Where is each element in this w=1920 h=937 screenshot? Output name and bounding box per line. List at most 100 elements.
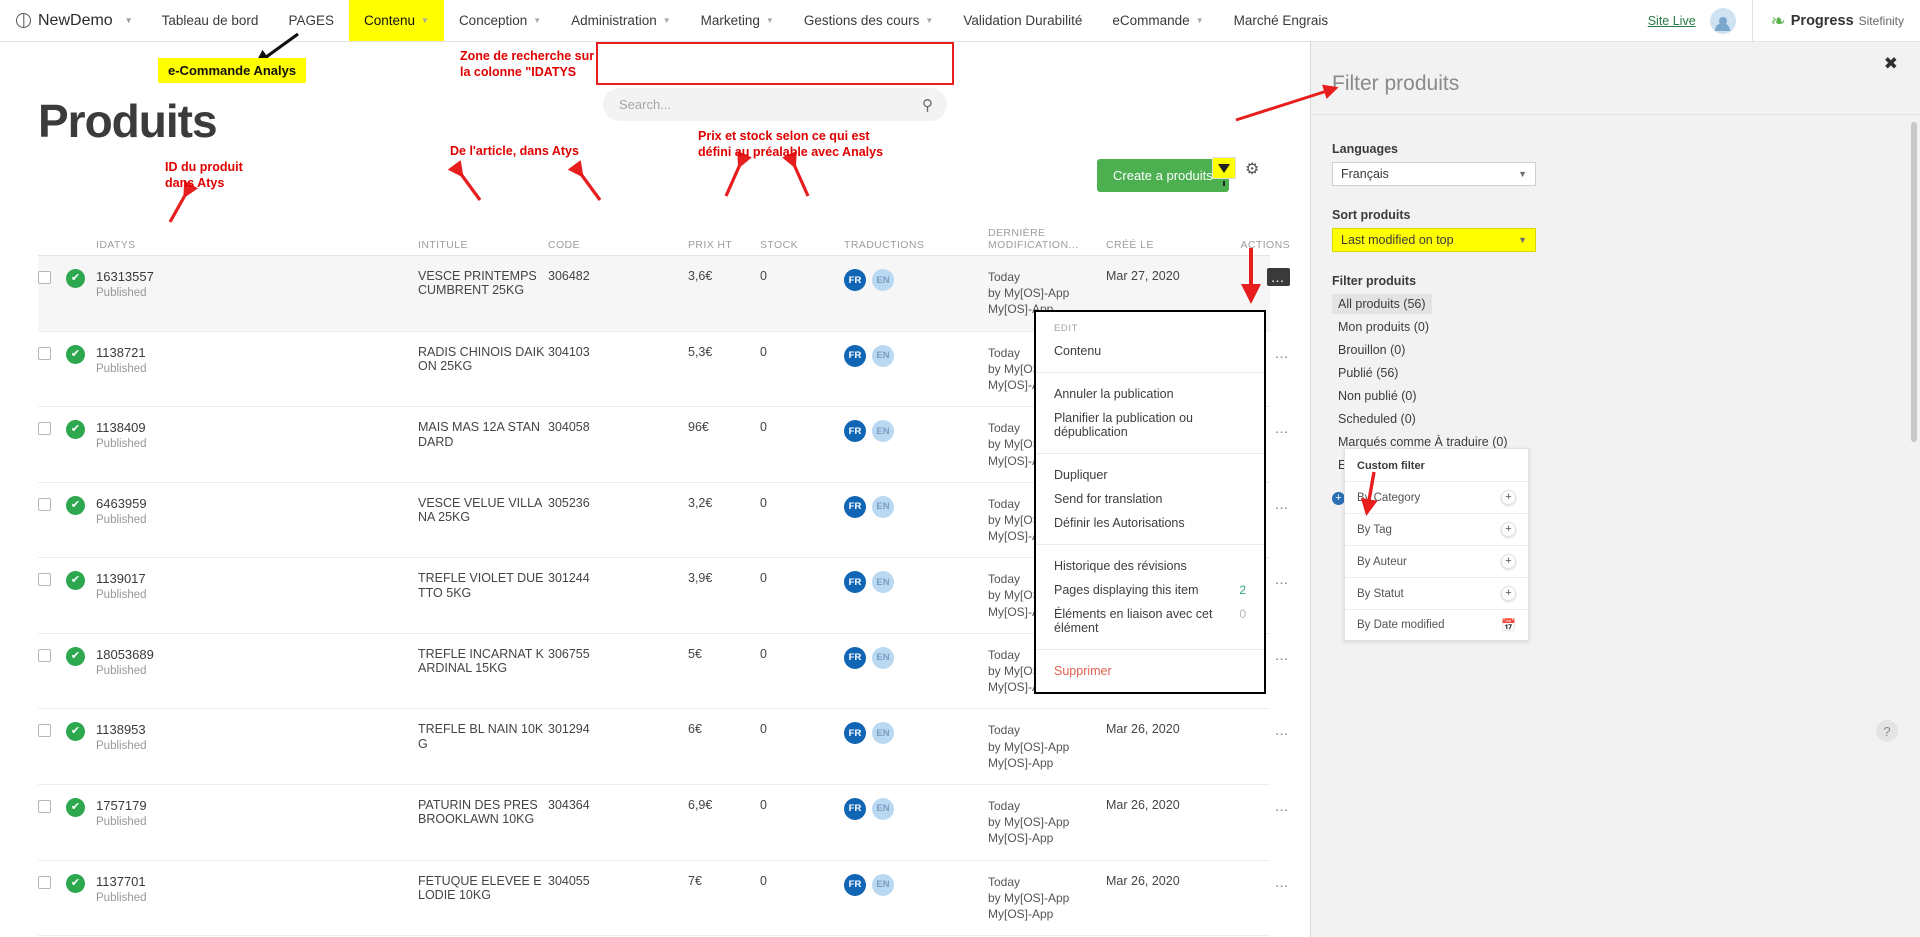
- row-checkbox[interactable]: [38, 800, 51, 813]
- context-menu-item[interactable]: Éléments en liaison avec cet élément0: [1036, 602, 1264, 640]
- row-checkbox[interactable]: [38, 271, 51, 284]
- column-header-modified[interactable]: DERNIÈRE MODIFICATION...: [988, 227, 1106, 251]
- lang-badge-fr[interactable]: FR: [844, 420, 866, 442]
- lang-badge-fr[interactable]: FR: [844, 571, 866, 593]
- lang-badge-en[interactable]: EN: [872, 722, 894, 744]
- row-actions-button[interactable]: …: [1275, 874, 1291, 890]
- row-actions-button[interactable]: …: [1275, 571, 1291, 587]
- languages-select[interactable]: Français ▼: [1332, 162, 1536, 186]
- plus-icon[interactable]: +: [1501, 554, 1516, 569]
- cell-idatys[interactable]: 1137701: [96, 874, 418, 889]
- cell-idatys[interactable]: 16313557: [96, 269, 418, 284]
- nav-item-administration[interactable]: Administration▼: [556, 0, 685, 41]
- filter-toggle-button[interactable]: [1212, 157, 1236, 179]
- filter-list-item[interactable]: All produits (56): [1332, 294, 1432, 314]
- avatar[interactable]: [1710, 8, 1736, 34]
- cell-idatys[interactable]: 1757179: [96, 798, 418, 813]
- filter-list-item[interactable]: Brouillon (0): [1332, 340, 1411, 360]
- custom-filter-row[interactable]: By Auteur+: [1345, 545, 1528, 577]
- cell-idatys[interactable]: 6463959: [96, 496, 418, 511]
- custom-filter-row[interactable]: By Statut+: [1345, 577, 1528, 609]
- column-header-code[interactable]: CODE: [548, 239, 688, 251]
- table-row[interactable]: ✔1138953PublishedTREFLE BL NAIN 10KG3012…: [38, 709, 1270, 785]
- settings-gear-button[interactable]: ⚙: [1245, 159, 1259, 179]
- custom-filter-row[interactable]: By Tag+: [1345, 513, 1528, 545]
- lang-badge-fr[interactable]: FR: [844, 874, 866, 896]
- context-menu-item[interactable]: Historique des révisions: [1036, 554, 1264, 578]
- nav-item-tableau-de-bord[interactable]: Tableau de bord: [147, 0, 274, 41]
- lang-badge-fr[interactable]: FR: [844, 345, 866, 367]
- close-icon[interactable]: ✖: [1884, 54, 1898, 74]
- search-input[interactable]: [617, 96, 922, 113]
- context-menu-item[interactable]: Pages displaying this item2: [1036, 578, 1264, 602]
- cell-idatys[interactable]: 1138953: [96, 722, 418, 737]
- sort-select[interactable]: Last modified on top ▼: [1332, 228, 1536, 252]
- filter-list-item[interactable]: Scheduled (0): [1332, 409, 1422, 429]
- table-row[interactable]: ✔1757179PublishedPATURIN DES PRES BROOKL…: [38, 785, 1270, 861]
- lang-badge-en[interactable]: EN: [872, 798, 894, 820]
- context-menu-item[interactable]: Annuler la publication: [1036, 382, 1264, 406]
- plus-icon[interactable]: +: [1501, 490, 1516, 505]
- nav-item-pages[interactable]: PAGES: [273, 0, 349, 41]
- lang-badge-en[interactable]: EN: [872, 420, 894, 442]
- site-live-link[interactable]: Site Live: [1634, 14, 1710, 28]
- column-header-stock[interactable]: STOCK: [760, 239, 844, 251]
- filter-list-item[interactable]: Publié (56): [1332, 363, 1404, 383]
- row-actions-button[interactable]: …: [1275, 420, 1291, 436]
- nav-item-conception[interactable]: Conception▼: [444, 0, 556, 41]
- row-checkbox[interactable]: [38, 498, 51, 511]
- plus-icon[interactable]: +: [1501, 522, 1516, 537]
- context-menu-item[interactable]: Planifier la publication ou dépublicatio…: [1036, 406, 1264, 444]
- custom-filter-row[interactable]: By Date modified📅: [1345, 609, 1528, 640]
- custom-filter-row[interactable]: By Category+: [1345, 481, 1528, 513]
- row-checkbox[interactable]: [38, 422, 51, 435]
- context-menu-item[interactable]: Dupliquer: [1036, 463, 1264, 487]
- lang-badge-fr[interactable]: FR: [844, 269, 866, 291]
- row-actions-button[interactable]: …: [1275, 722, 1291, 738]
- lang-badge-en[interactable]: EN: [872, 345, 894, 367]
- row-actions-button[interactable]: …: [1275, 798, 1291, 814]
- row-actions-context-menu[interactable]: EDITContenuAnnuler la publicationPlanifi…: [1034, 310, 1266, 694]
- cell-idatys[interactable]: 1138721: [96, 345, 418, 360]
- nav-item-ecommande[interactable]: eCommande▼: [1097, 0, 1218, 41]
- panel-scrollbar[interactable]: [1911, 122, 1917, 442]
- search-icon[interactable]: ⚲: [922, 96, 933, 114]
- column-header-traductions[interactable]: TRADUCTIONS: [844, 239, 988, 251]
- context-menu-item[interactable]: Définir les Autorisations: [1036, 511, 1264, 535]
- column-header-prix-ht[interactable]: PRIX HT: [688, 239, 760, 251]
- lang-badge-en[interactable]: EN: [872, 571, 894, 593]
- calendar-icon[interactable]: 📅: [1501, 618, 1516, 632]
- row-checkbox[interactable]: [38, 876, 51, 889]
- lang-badge-en[interactable]: EN: [872, 874, 894, 896]
- cell-idatys[interactable]: 1139017: [96, 571, 418, 586]
- column-header-cree-le[interactable]: CRÉÉ LE: [1106, 239, 1218, 251]
- lang-badge-fr[interactable]: FR: [844, 647, 866, 669]
- lang-badge-fr[interactable]: FR: [844, 798, 866, 820]
- plus-icon[interactable]: +: [1501, 586, 1516, 601]
- lang-badge-fr[interactable]: FR: [844, 496, 866, 518]
- lang-badge-en[interactable]: EN: [872, 647, 894, 669]
- row-checkbox[interactable]: [38, 649, 51, 662]
- cell-idatys[interactable]: 18053689: [96, 647, 418, 662]
- help-icon[interactable]: ?: [1876, 720, 1898, 742]
- cell-idatys[interactable]: 1138409: [96, 420, 418, 435]
- context-menu-item[interactable]: Send for translation: [1036, 487, 1264, 511]
- nav-item-contenu[interactable]: Contenu▼: [349, 0, 444, 41]
- filter-list-item[interactable]: Non publié (0): [1332, 386, 1423, 406]
- context-menu-item[interactable]: Contenu: [1036, 339, 1264, 363]
- lang-badge-en[interactable]: EN: [872, 496, 894, 518]
- lang-badge-fr[interactable]: FR: [844, 722, 866, 744]
- lang-badge-en[interactable]: EN: [872, 269, 894, 291]
- nav-item-gestions-des-cours[interactable]: Gestions des cours▼: [789, 0, 948, 41]
- row-actions-button[interactable]: …: [1275, 345, 1291, 361]
- row-checkbox[interactable]: [38, 347, 51, 360]
- row-checkbox[interactable]: [38, 573, 51, 586]
- context-menu-item[interactable]: Supprimer: [1036, 659, 1264, 683]
- filter-list-item[interactable]: Mon produits (0): [1332, 317, 1435, 337]
- row-actions-button[interactable]: …: [1275, 496, 1291, 512]
- nav-item-validation-durabilit[interactable]: Validation Durabilité: [948, 0, 1097, 41]
- row-checkbox[interactable]: [38, 724, 51, 737]
- row-actions-button[interactable]: …: [1275, 647, 1291, 663]
- search-box[interactable]: ⚲: [603, 88, 947, 121]
- column-header-intitule[interactable]: INTITULE: [418, 239, 548, 251]
